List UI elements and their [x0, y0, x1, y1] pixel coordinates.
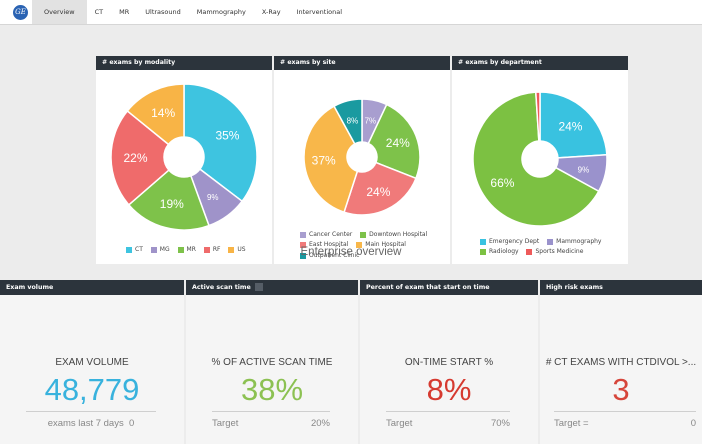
legend-swatch	[480, 238, 486, 245]
slice-data-label: 8%	[347, 117, 359, 126]
tab-x-ray[interactable]: X-Ray	[254, 0, 289, 24]
nav-tabs: Overview CT MR Ultrasound Mammography X-…	[32, 0, 350, 24]
active-scan-time-card[interactable]: Active scan time % OF ACTIVE SCAN TIME 3…	[186, 280, 358, 444]
high-risk-exams-card[interactable]: High risk exams # CT EXAMS WITH CTDIVOL …	[540, 280, 702, 444]
department-donut-chart: 24% 9% 66%	[472, 91, 608, 227]
card-label: ON-TIME START %	[404, 357, 494, 368]
card-value: 8%	[426, 372, 472, 407]
legend-swatch	[547, 238, 554, 245]
card-value: 38%	[240, 372, 304, 407]
tab-interventional[interactable]: Interventional	[289, 0, 350, 24]
card-header: Exam volume	[0, 280, 184, 295]
divider	[26, 411, 156, 412]
card-header: Active scan time	[186, 280, 358, 295]
slice-data-label: 24%	[366, 185, 390, 199]
divider	[554, 411, 696, 412]
site-chart-panel: # exams by site 7% 24% 24% 37% 8% Cancer Cen…	[274, 56, 450, 264]
tab-mammography[interactable]: Mammography	[189, 0, 254, 24]
top-nav-bar: GE Overview CT MR Ultrasound Mammography…	[0, 0, 702, 25]
tab-overview[interactable]: Overview	[32, 0, 87, 24]
ge-logo-icon[interactable]: GE	[13, 5, 28, 20]
slice-data-label: 7%	[365, 116, 377, 125]
department-chart-title: # exams by department	[452, 56, 628, 70]
card-footer: exams last 7 days 0	[47, 418, 135, 429]
card-label: # CT EXAMS WITH CTDIVOL >...	[545, 357, 697, 368]
card-header: Percent of exam that start on time	[360, 280, 538, 295]
donut-hole	[164, 137, 204, 177]
slice-data-label: 22%	[123, 151, 147, 165]
card-header: High risk exams	[540, 280, 702, 295]
card-footer: Target = 0	[554, 418, 696, 429]
legend-item-downtown-hospital: Downtown Hospital	[360, 230, 427, 239]
legend-item-cancer-center: Cancer Center	[300, 230, 352, 239]
slice-data-label: 9%	[578, 166, 590, 175]
enterprise-overview-section: # exams by modality 35% 9% 19% 22% 14% CT MG…	[0, 25, 702, 276]
department-chart-panel: # exams by department 24% 9% 66% Emergency…	[452, 56, 628, 264]
site-donut-chart: 7% 24% 24% 37% 8%	[303, 98, 421, 216]
card-footer: Target 70%	[386, 418, 510, 429]
kpi-cards-row: Exam volume EXAM VOLUME 48,779 exams las…	[0, 280, 702, 444]
card-label: EXAM VOLUME	[55, 357, 129, 368]
legend-swatch	[300, 231, 306, 238]
slice-data-label: 37%	[312, 154, 336, 168]
info-square-icon[interactable]	[254, 283, 263, 291]
exam-volume-card[interactable]: Exam volume EXAM VOLUME 48,779 exams las…	[0, 280, 184, 444]
legend-item-emergency-dept: Emergency Dept	[480, 237, 539, 246]
card-value: 48,779	[44, 372, 140, 407]
slice-data-label: 24%	[558, 120, 582, 134]
slice-data-label: 9%	[207, 193, 219, 202]
donut-hole	[347, 142, 377, 172]
slice-data-label: 24%	[386, 136, 410, 150]
legend-swatch	[360, 231, 367, 238]
divider	[386, 411, 510, 412]
slice-data-label: 19%	[160, 197, 184, 211]
tab-mr[interactable]: MR	[111, 0, 137, 24]
legend-item-mammography: Mammography	[547, 237, 601, 246]
card-footer: Target 20%	[212, 418, 330, 429]
donut-hole	[522, 141, 558, 177]
card-label: % OF ACTIVE SCAN TIME	[211, 357, 333, 368]
card-value: 3	[612, 372, 630, 407]
slice-data-label: 14%	[151, 106, 175, 120]
on-time-start-card[interactable]: Percent of exam that start on time ON-TI…	[360, 280, 538, 444]
enterprise-overview-title: Enterprise overview	[300, 246, 402, 258]
modality-donut-chart: 35% 9% 19% 22% 14%	[110, 83, 258, 230]
modality-chart-title: # exams by modality	[96, 56, 272, 70]
slice-data-label: 35%	[215, 128, 239, 142]
modality-chart-panel: # exams by modality 35% 9% 19% 22% 14% CT MG…	[96, 56, 272, 264]
tab-ct[interactable]: CT	[87, 0, 112, 24]
tab-ultrasound[interactable]: Ultrasound	[137, 0, 189, 24]
site-chart-title: # exams by site	[274, 56, 450, 70]
divider	[212, 411, 330, 412]
slice-data-label: 66%	[490, 176, 514, 190]
